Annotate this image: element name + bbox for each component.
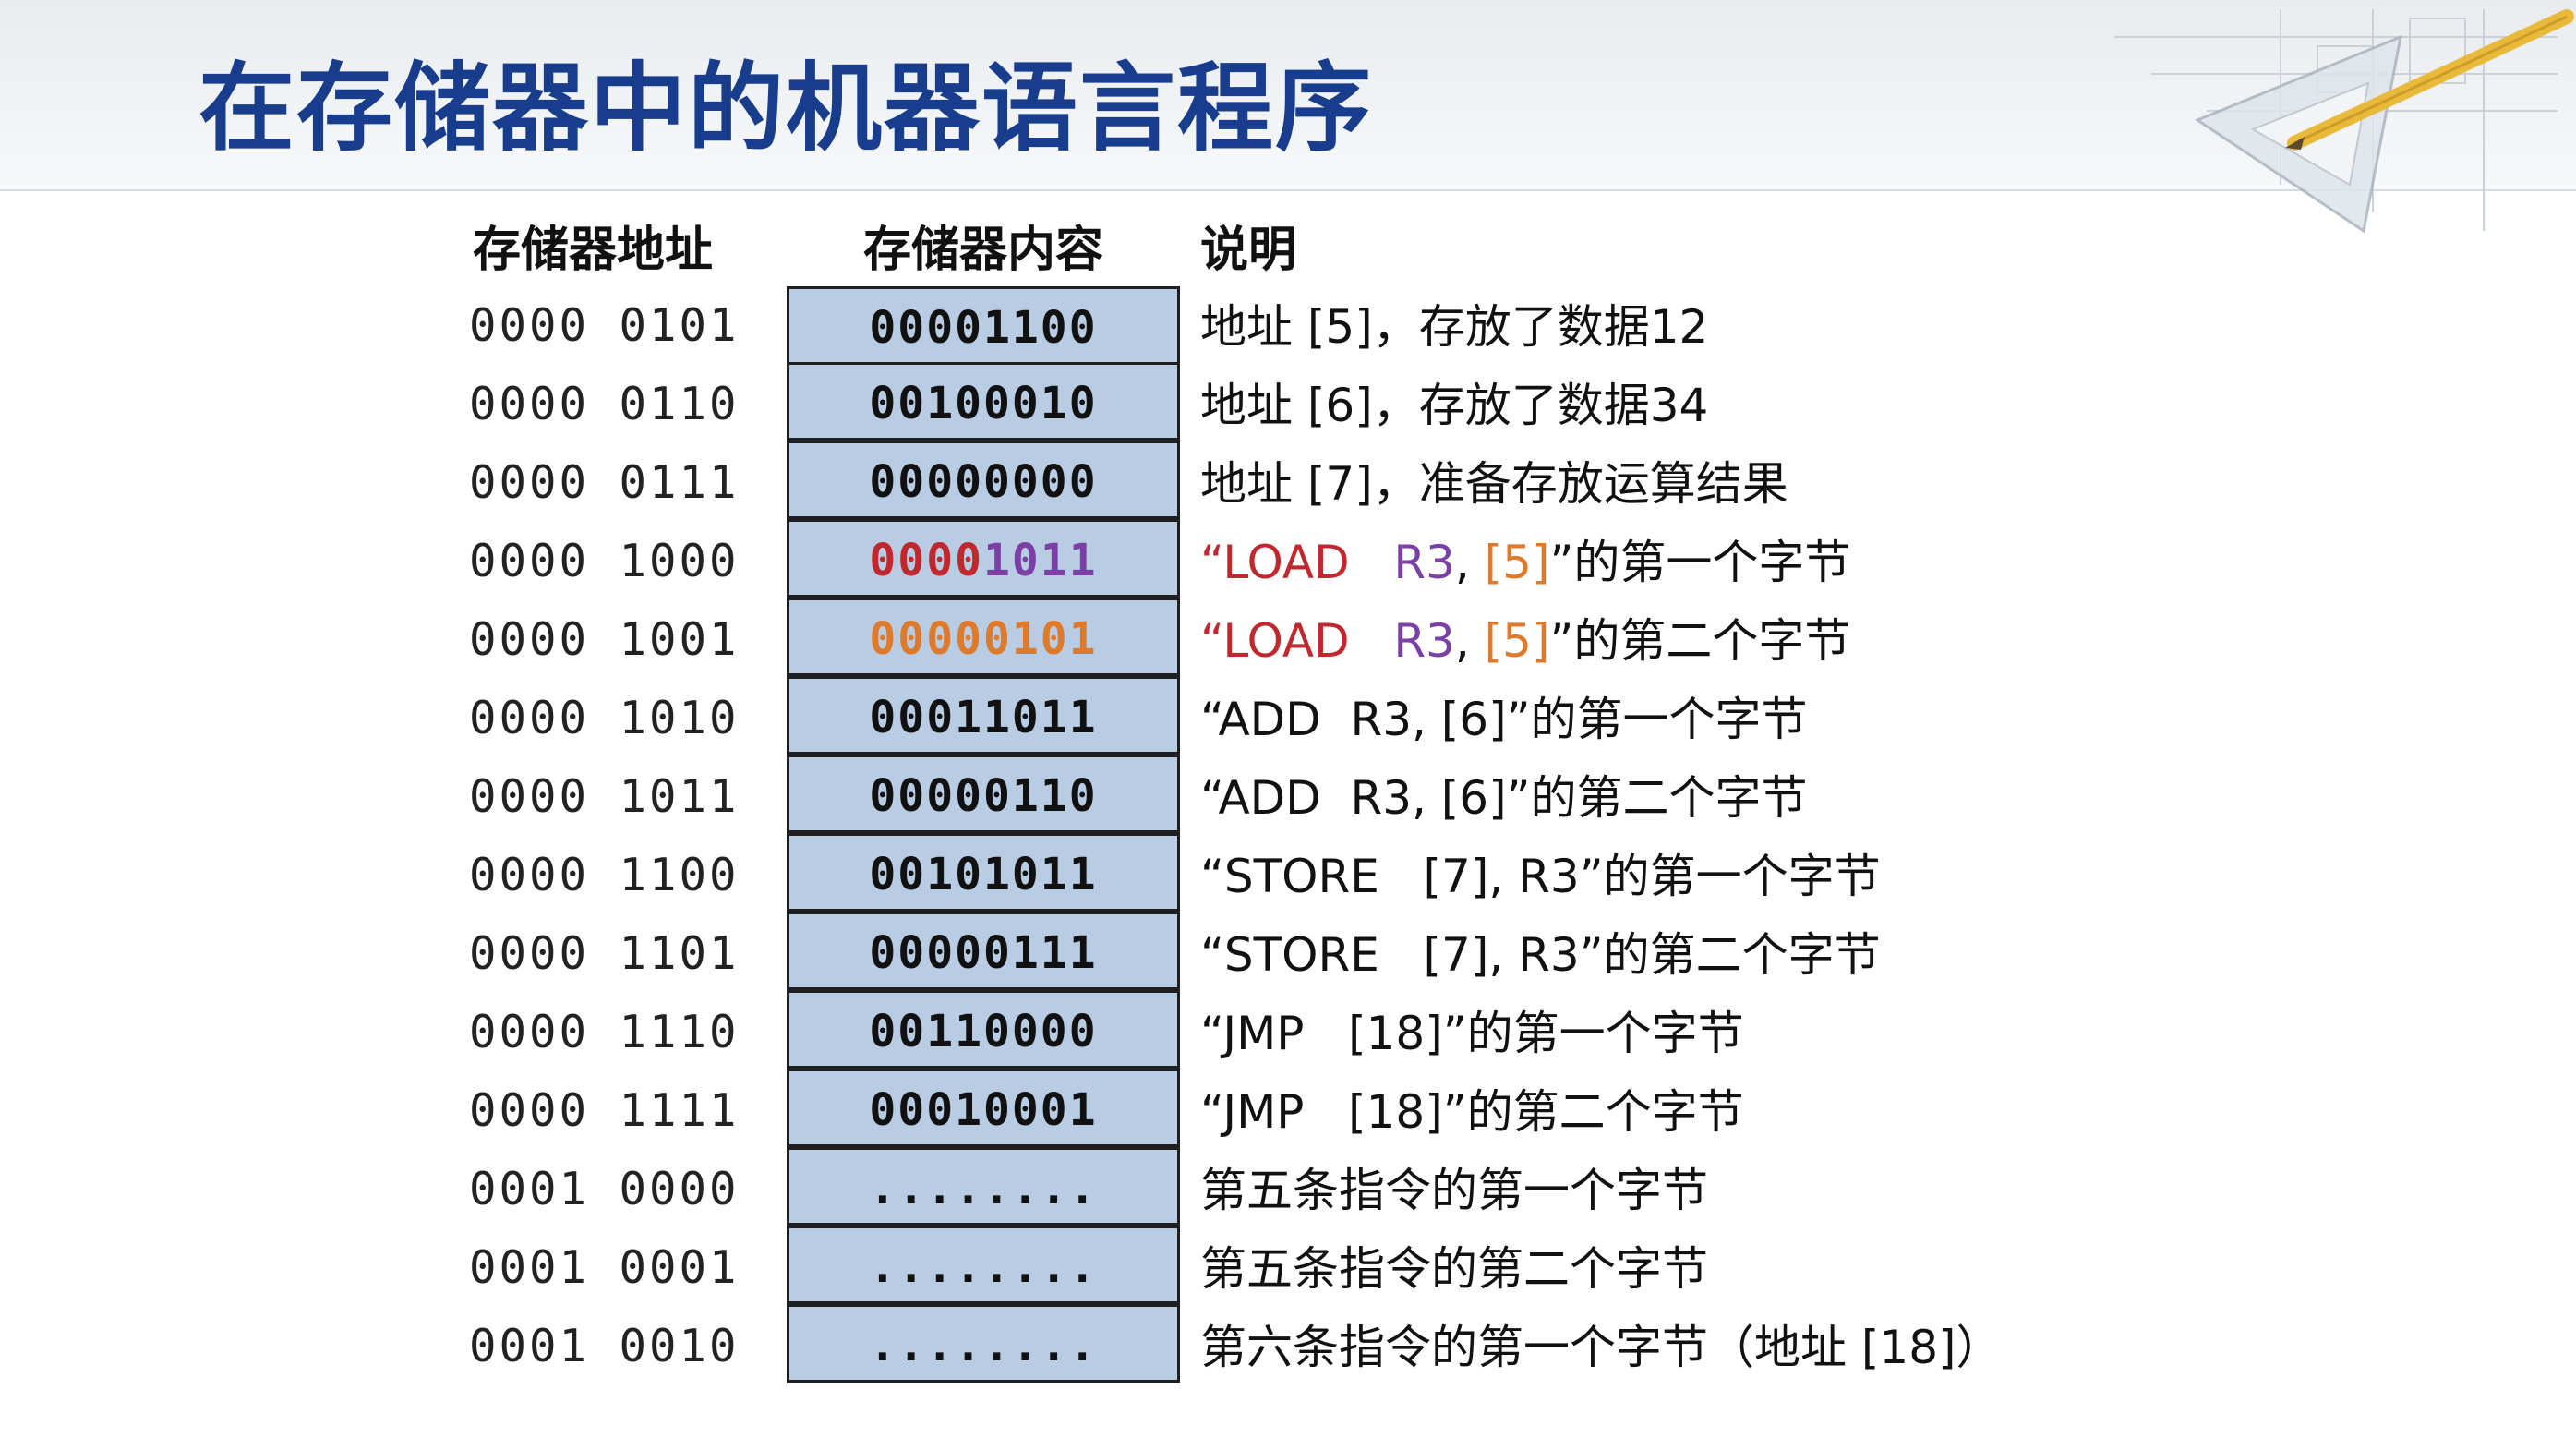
memory-address: 0001 0001 — [469, 1241, 740, 1294]
table-row: 0001 0010........ 第六条指令的第一个字节（地址 [18]） — [0, 1304, 2576, 1385]
memory-content-cell: 00010001 — [787, 1069, 1180, 1147]
memory-content-segment: 00000111 — [869, 927, 1098, 979]
memory-content-cell: 00000101 — [787, 598, 1180, 676]
description-segment: 第六条指令的第一个字节（地址 [18]） — [1200, 1321, 2003, 1374]
memory-content-cell: ........ — [787, 1147, 1180, 1226]
memory-address: 0000 1100 — [469, 849, 740, 901]
table-row: 0001 0000........ 第五条指令的第一个字节 — [0, 1147, 2576, 1228]
memory-address: 0000 1010 — [469, 692, 740, 744]
memory-address: 0000 0101 — [469, 299, 740, 352]
table-row: 0000 0111 00000000 地址 [7]，准备存放运算结果 — [0, 441, 2576, 522]
description-segment: [5] — [1484, 536, 1550, 589]
table-row: 0000 1010 00011011 “ADD R3, [6]”的第一个字节 — [0, 676, 2576, 757]
row-description: “ADD R3, [6]”的第二个字节 — [1200, 757, 1808, 836]
table-row: 0000 1101 00000111 “STORE [7], R3”的第二个字节 — [0, 912, 2576, 993]
memory-content-segment: 00001100 — [869, 302, 1098, 354]
memory-content-segment: 00100010 — [869, 378, 1098, 429]
description-segment: [5] — [1484, 614, 1550, 668]
description-segment: “LOAD — [1200, 536, 1394, 589]
table-row: 0000 1011 00000110 “ADD R3, [6]”的第二个字节 — [0, 755, 2576, 836]
memory-content-cell: 00101011 — [787, 833, 1180, 912]
row-description: 第五条指令的第一个字节 — [1200, 1150, 1708, 1228]
memory-content-segment: 1011 — [983, 535, 1098, 586]
description-segment: 地址 [6]，存放了数据34 — [1200, 379, 1709, 432]
row-description: “LOAD R3, [5]”的第二个字节 — [1200, 600, 1850, 679]
table-row: 0000 1001 00000101 “LOAD R3, [5]”的第二个字节 — [0, 598, 2576, 679]
memory-address: 0000 0110 — [469, 378, 740, 430]
table-row: 0000 1100 00101011 “STORE [7], R3”的第一个字节 — [0, 833, 2576, 914]
row-description: 第六条指令的第一个字节（地址 [18]） — [1200, 1307, 2003, 1385]
description-segment: “JMP [18]”的第一个字节 — [1200, 1007, 1744, 1060]
description-segment: “STORE [7], R3”的第一个字节 — [1200, 850, 1881, 903]
header-memory-content: 存储器内容 — [863, 223, 1104, 278]
description-segment: “LOAD — [1200, 614, 1394, 668]
memory-content-cell: 00001011 — [787, 519, 1180, 598]
memory-content-segment: 00010001 — [869, 1084, 1098, 1136]
table-row: 0000 1110 00110000 “JMP [18]”的第一个字节 — [0, 990, 2576, 1071]
memory-address: 0001 0010 — [469, 1320, 740, 1372]
memory-content-segment: 00000110 — [869, 770, 1098, 822]
memory-content-cell: 00100010 — [787, 362, 1180, 441]
row-description: “LOAD R3, [5]”的第一个字节 — [1200, 522, 1850, 600]
row-description: “JMP [18]”的第一个字节 — [1200, 993, 1744, 1071]
memory-content-segment: ........ — [869, 1163, 1098, 1214]
row-description: 第五条指令的第二个字节 — [1200, 1228, 1708, 1307]
row-description: “ADD R3, [6]”的第一个字节 — [1200, 679, 1808, 757]
description-segment: 地址 [5]，存放了数据12 — [1200, 300, 1709, 354]
header-memory-address: 存储器地址 — [473, 223, 714, 278]
row-description: 地址 [7]，准备存放运算结果 — [1200, 443, 1788, 522]
memory-table: 0000 0101 00001100 地址 [5]，存放了数据12 0000 0110… — [0, 286, 2576, 1385]
description-segment: “ADD R3, [6]”的第二个字节 — [1200, 771, 1808, 825]
memory-content-cell: 00000111 — [787, 912, 1180, 990]
header-description: 说明 — [1200, 223, 1297, 278]
table-row: 0000 0101 00001100 地址 [5]，存放了数据12 — [0, 286, 2576, 365]
memory-address: 0000 1110 — [469, 1006, 740, 1058]
memory-content-segment: ........ — [869, 1320, 1098, 1371]
memory-content-segment: ........ — [869, 1241, 1098, 1293]
memory-content-cell: ........ — [787, 1226, 1180, 1304]
memory-content-cell: ........ — [787, 1304, 1180, 1383]
table-row: 0000 0110 00100010 地址 [6]，存放了数据34 — [0, 362, 2576, 443]
slide-title: 在存储器中的机器语言程序 — [199, 52, 1374, 164]
description-segment: , — [1454, 614, 1485, 668]
description-segment: 第五条指令的第二个字节 — [1200, 1242, 1708, 1296]
row-description: “STORE [7], R3”的第二个字节 — [1200, 914, 1881, 993]
memory-content-segment: 00000101 — [869, 613, 1098, 665]
memory-content-segment: 00011011 — [869, 692, 1098, 743]
description-segment: 第五条指令的第一个字节 — [1200, 1164, 1708, 1217]
table-row: 0000 1111 00010001 “JMP [18]”的第二个字节 — [0, 1069, 2576, 1150]
row-description: 地址 [5]，存放了数据12 — [1200, 286, 1708, 365]
memory-address: 0000 1011 — [469, 770, 740, 823]
memory-address: 0000 0111 — [469, 456, 740, 509]
description-segment: R3 — [1393, 536, 1455, 589]
memory-address: 0000 1101 — [469, 927, 740, 980]
memory-content-segment: 0000 — [869, 535, 983, 586]
description-segment: “ADD R3, [6]”的第一个字节 — [1200, 693, 1808, 746]
table-row: 0000 1000 00001011 “LOAD R3, [5]”的第一个字节 — [0, 519, 2576, 600]
drafting-tools-decoration — [2114, 9, 2574, 234]
memory-content-segment: 00101011 — [869, 849, 1098, 900]
memory-content-cell: 00001100 — [787, 286, 1180, 365]
memory-address: 0000 1111 — [469, 1084, 740, 1137]
description-segment: R3 — [1393, 614, 1455, 668]
description-segment: , — [1454, 536, 1485, 589]
description-segment: “JMP [18]”的第二个字节 — [1200, 1085, 1744, 1139]
description-segment: “STORE [7], R3”的第二个字节 — [1200, 928, 1881, 982]
row-description: “JMP [18]”的第二个字节 — [1200, 1071, 1744, 1150]
memory-content-cell: 00000110 — [787, 755, 1180, 833]
memory-address: 0000 1001 — [469, 613, 740, 666]
table-row: 0001 0001........ 第五条指令的第二个字节 — [0, 1226, 2576, 1307]
description-segment: 地址 [7]，准备存放运算结果 — [1200, 457, 1788, 511]
memory-content-segment: 00000000 — [869, 456, 1098, 508]
memory-address: 0000 1000 — [469, 535, 740, 587]
memory-content-cell: 00000000 — [787, 441, 1180, 519]
memory-content-segment: 00110000 — [869, 1006, 1098, 1057]
row-description: “STORE [7], R3”的第一个字节 — [1200, 836, 1881, 914]
memory-content-cell: 00011011 — [787, 676, 1180, 755]
row-description: 地址 [6]，存放了数据34 — [1200, 365, 1708, 443]
description-segment: ”的第二个字节 — [1549, 614, 1851, 668]
memory-content-cell: 00110000 — [787, 990, 1180, 1069]
memory-address: 0001 0000 — [469, 1163, 740, 1215]
description-segment: ”的第一个字节 — [1549, 536, 1851, 589]
